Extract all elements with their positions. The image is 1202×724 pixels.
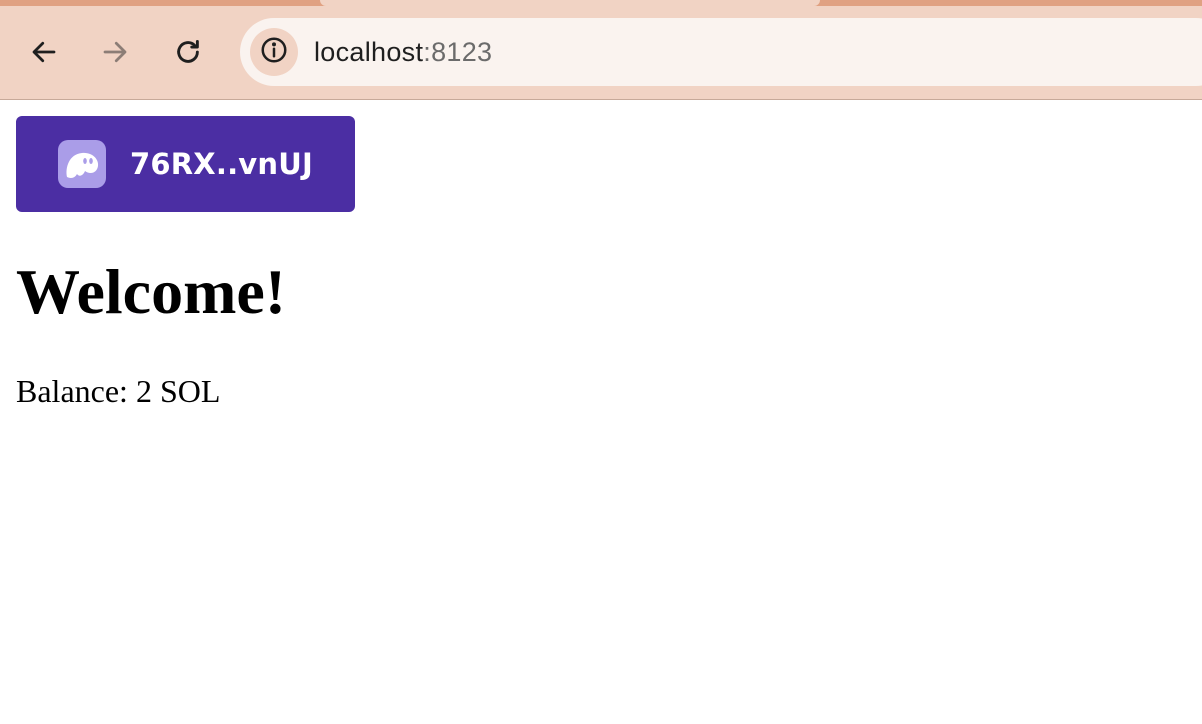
url-text[interactable]: localhost:8123 [314,37,492,67]
address-bar[interactable]: localhost:8123 [240,18,1202,86]
wallet-button[interactable]: 76RX..vnUJ [16,116,355,212]
reload-icon [173,37,203,67]
browser-toolbar: localhost:8123 [0,0,1202,100]
site-info-button[interactable] [250,28,298,76]
arrow-left-icon [29,37,59,67]
forward-button[interactable] [96,33,134,71]
reload-button[interactable] [169,33,207,71]
url-host: localhost [314,37,424,67]
wallet-address: 76RX..vnUJ [130,147,313,181]
active-tab[interactable] [320,0,820,6]
arrow-right-icon [100,37,130,67]
info-circle-icon [259,35,289,70]
url-port: :8123 [423,37,493,67]
back-button[interactable] [25,33,63,71]
page-title: Welcome! [16,256,287,327]
phantom-ghost-icon [58,140,107,188]
balance-text: Balance: 2 SOL [16,373,221,409]
